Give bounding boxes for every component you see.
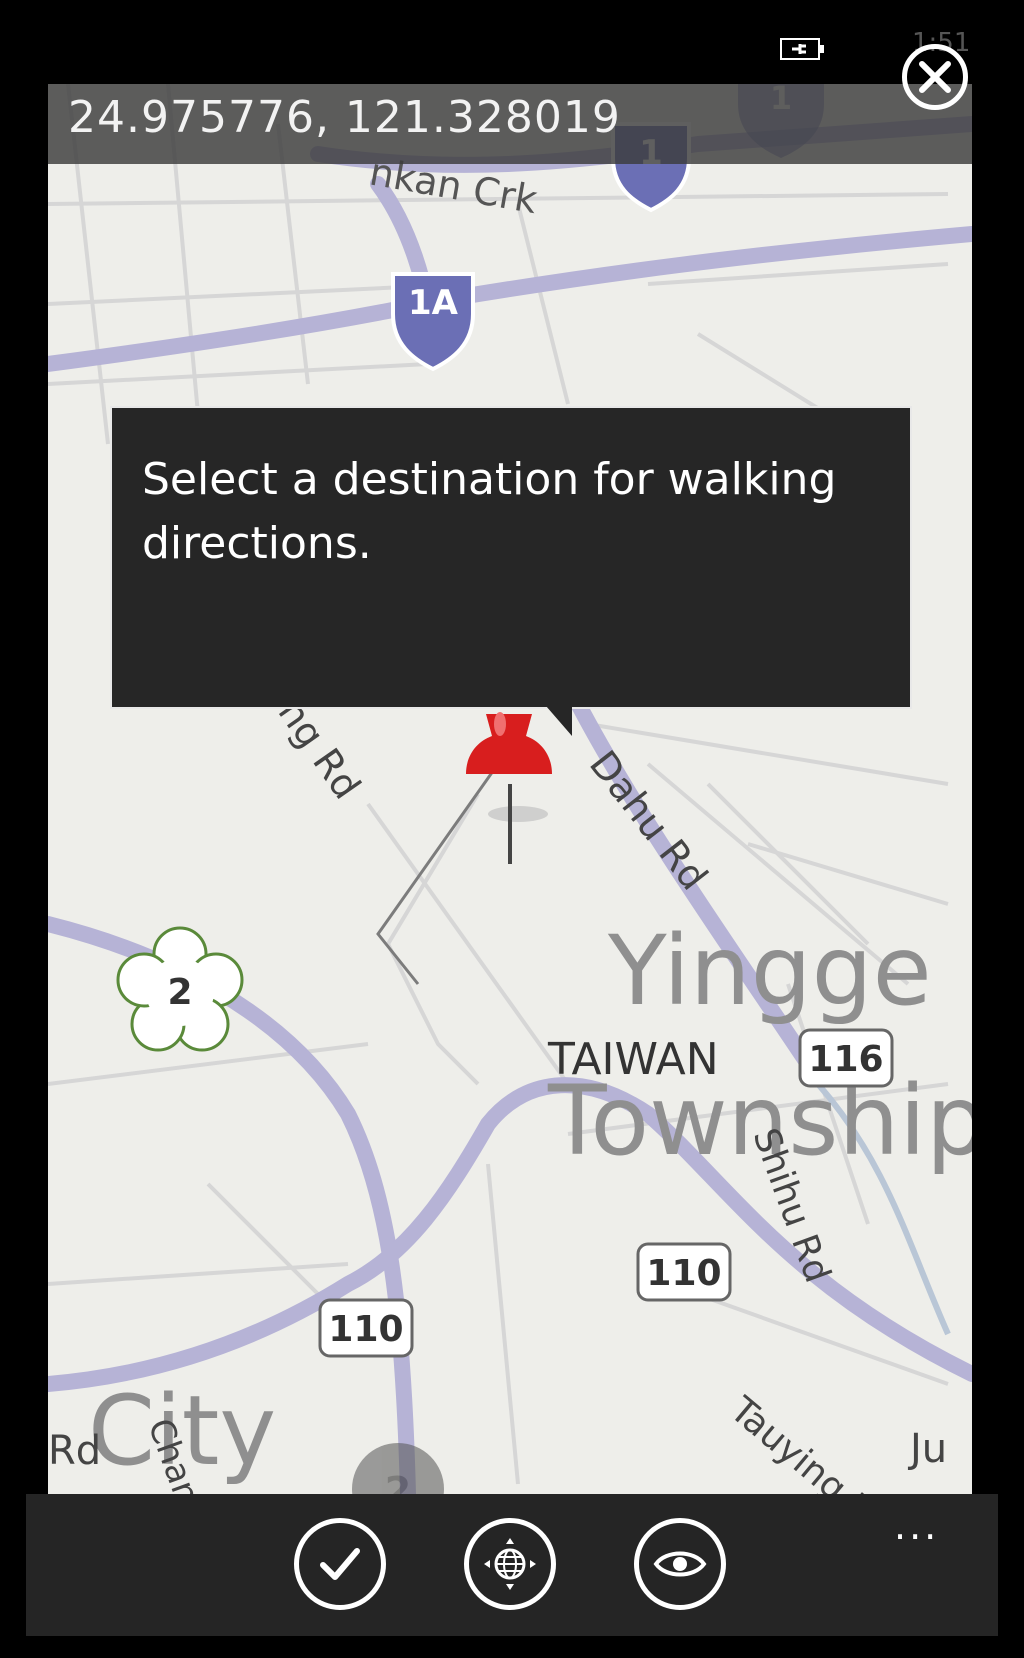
map-label-yingge: Yingge bbox=[607, 915, 932, 1027]
map-label-taiwan: TAIWAN bbox=[547, 1034, 719, 1085]
coordinates-text: 24.975776, 121.328019 bbox=[68, 92, 621, 143]
svg-text:116: 116 bbox=[808, 1039, 883, 1080]
coordinates-bar: 24.975776, 121.328019 bbox=[48, 84, 972, 164]
svg-text:110: 110 bbox=[328, 1309, 403, 1350]
route-110-left-shield: 110 bbox=[318, 1298, 414, 1358]
tooltip-pointer bbox=[546, 706, 572, 736]
instruction-tooltip: Select a destination for walking directi… bbox=[110, 406, 912, 709]
svg-text:1A: 1A bbox=[408, 283, 459, 323]
battery-charging-icon bbox=[780, 36, 826, 62]
confirm-button[interactable] bbox=[294, 1518, 386, 1610]
location-pin-icon[interactable] bbox=[466, 712, 552, 864]
app-bar: ... bbox=[26, 1494, 998, 1636]
svg-text:2: 2 bbox=[385, 1469, 411, 1494]
map-label-tauying-rd: Tauying R bbox=[721, 1389, 882, 1494]
status-bar: 1:51 bbox=[0, 0, 1024, 84]
map-label-ju: Ju bbox=[907, 1426, 947, 1472]
map-view[interactable]: Yingge Township City nkan Crk ying Rd Da… bbox=[48, 84, 972, 1494]
route-2-bottom-shield: 2 bbox=[352, 1443, 444, 1494]
svg-text:2: 2 bbox=[167, 972, 192, 1013]
route-116-shield: 116 bbox=[798, 1028, 894, 1088]
globe-locate-icon bbox=[484, 1538, 536, 1590]
route-1a-shield: 1A bbox=[391, 272, 475, 372]
locate-button[interactable] bbox=[464, 1518, 556, 1610]
svg-text:110: 110 bbox=[646, 1253, 721, 1294]
more-options-button[interactable]: ... bbox=[894, 1507, 939, 1545]
close-button[interactable] bbox=[902, 44, 968, 110]
map-canvas: Yingge Township City nkan Crk ying Rd Da… bbox=[48, 84, 972, 1494]
checkmark-icon bbox=[320, 1548, 360, 1580]
close-icon bbox=[919, 61, 951, 93]
view-button[interactable] bbox=[634, 1518, 726, 1610]
map-label-rd-left: Rd bbox=[48, 1428, 101, 1474]
tooltip-text: Select a destination for walking directi… bbox=[142, 454, 837, 569]
route-110-right-shield: 110 bbox=[636, 1242, 732, 1302]
eye-icon bbox=[653, 1551, 707, 1577]
